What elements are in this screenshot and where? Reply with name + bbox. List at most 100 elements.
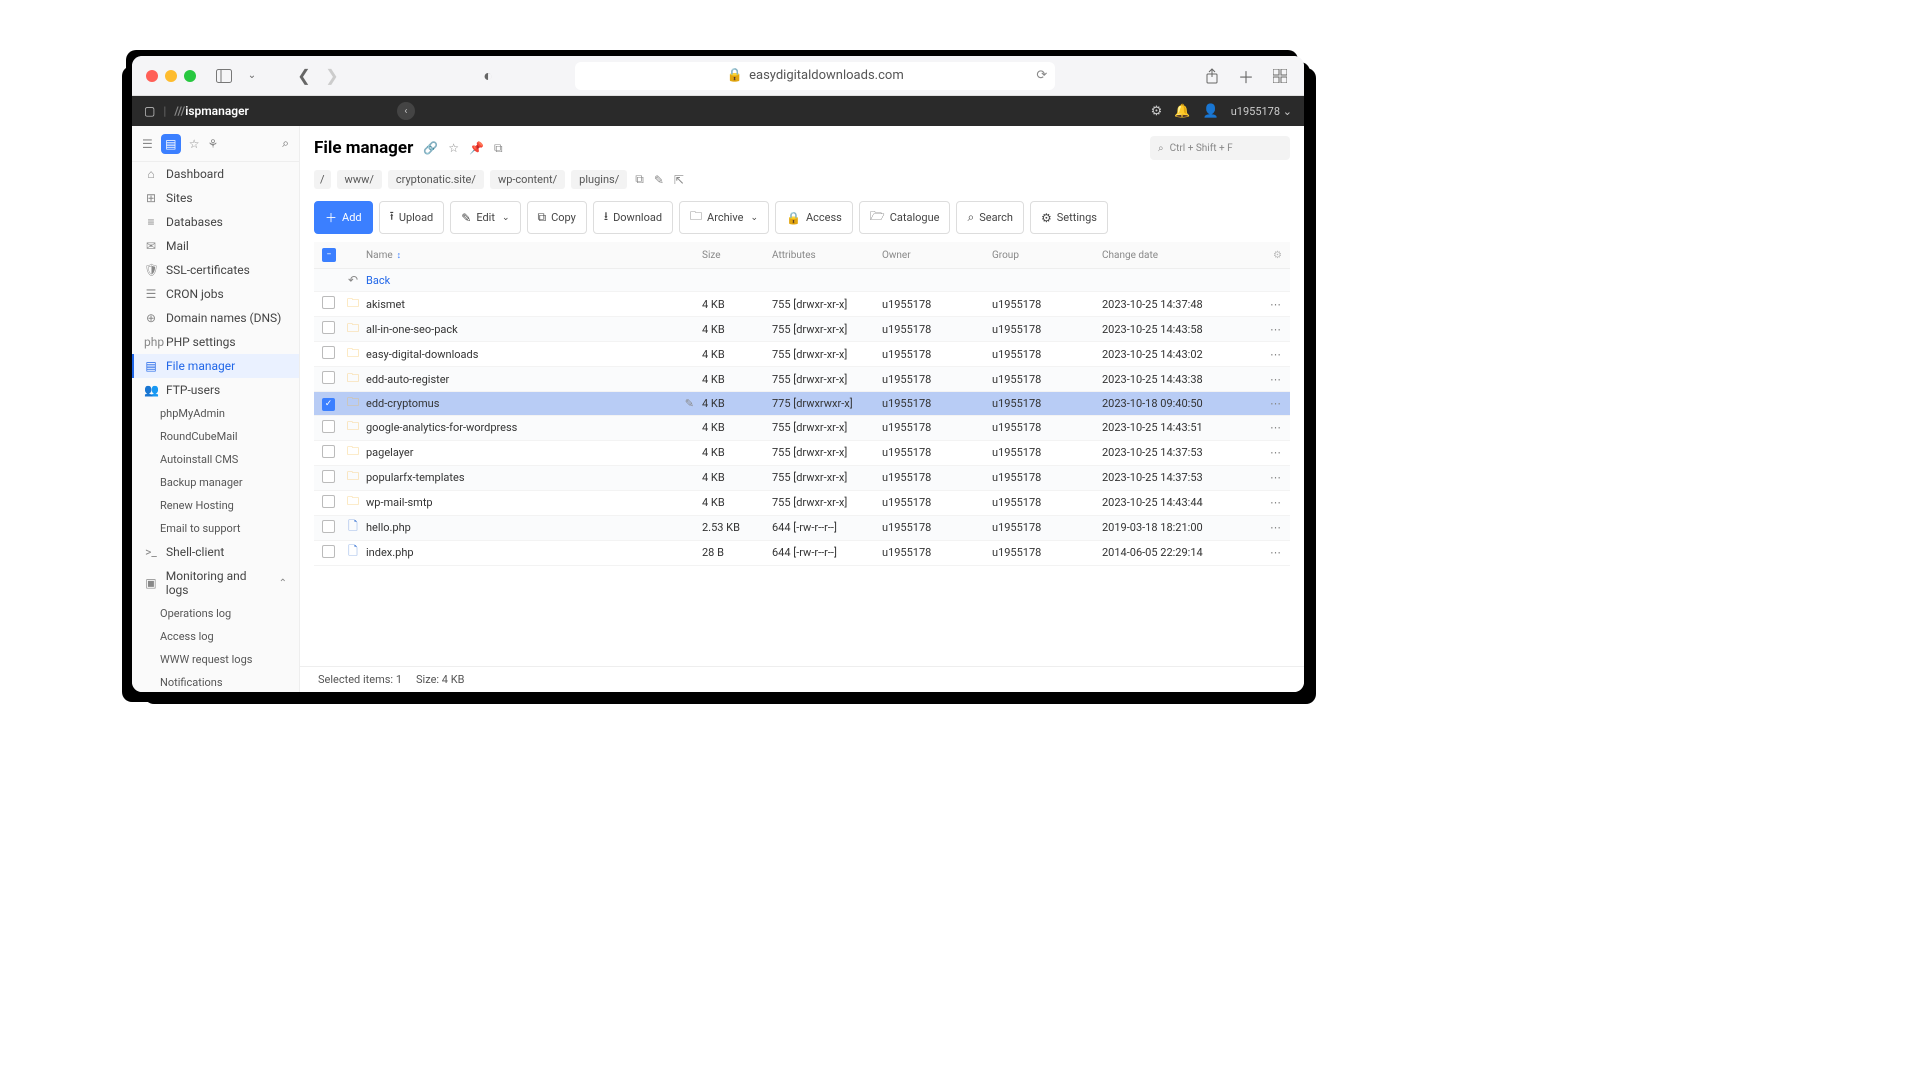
table-row[interactable]: 🗀easy-digital-downloads4 KB755 [drwxr-xr…	[314, 342, 1290, 367]
col-owner-header[interactable]: Owner	[882, 250, 992, 261]
col-settings-icon[interactable]: ⚙	[1252, 250, 1282, 261]
row-checkbox[interactable]	[322, 346, 335, 359]
copy-icon[interactable]: ⧉	[494, 141, 503, 156]
sidebar-subitem[interactable]: Access log	[132, 625, 299, 648]
collapse-sidebar-icon[interactable]: ‹	[397, 102, 415, 120]
row-checkbox[interactable]: ✓	[322, 398, 335, 411]
copy-path-icon[interactable]: ⧉	[633, 170, 646, 189]
row-actions-icon[interactable]: ⋯	[1270, 323, 1282, 336]
branch-icon[interactable]: ⚘	[208, 137, 219, 151]
sidebar-item-domain-names-dns-[interactable]: ⊕Domain names (DNS)	[132, 306, 299, 330]
col-date-header[interactable]: Change date	[1102, 250, 1252, 261]
nav-back-icon[interactable]: ❮	[294, 66, 314, 86]
sidebar-subitem[interactable]: phpMyAdmin	[132, 402, 299, 425]
sidebar-subitem[interactable]: Backup manager	[132, 471, 299, 494]
row-checkbox[interactable]	[322, 495, 335, 508]
chevron-down-icon[interactable]: ⌄	[242, 66, 262, 86]
table-row[interactable]: 🗋hello.php2.53 KB644 [-rw-r--r--]u195517…	[314, 516, 1290, 541]
tabs-grid-icon[interactable]	[1270, 66, 1290, 86]
page-search[interactable]: ⌕ Ctrl + Shift + F	[1150, 136, 1290, 160]
pin-icon[interactable]: 📌	[469, 141, 484, 155]
list-view-icon[interactable]: ▤	[161, 134, 181, 154]
new-tab-icon[interactable]: ＋	[1236, 66, 1256, 86]
breadcrumb-segment[interactable]: plugins/	[571, 170, 627, 189]
archive-button[interactable]: 🗀Archive⌄	[679, 201, 769, 234]
sidebar-item-dashboard[interactable]: ⌂Dashboard	[132, 162, 299, 186]
row-actions-icon[interactable]: ⋯	[1270, 421, 1282, 434]
table-row[interactable]: 🗀pagelayer4 KB755 [drwxr-xr-x]u1955178u1…	[314, 441, 1290, 466]
row-checkbox[interactable]	[322, 371, 335, 384]
col-size-header[interactable]: Size	[702, 250, 772, 261]
close-window-icon[interactable]	[146, 70, 158, 82]
access-button[interactable]: 🔒Access	[775, 201, 853, 234]
breadcrumb-root[interactable]: /	[314, 170, 331, 189]
row-checkbox[interactable]	[322, 445, 335, 458]
col-name-header[interactable]: Name	[366, 250, 393, 261]
sidebar-subitem[interactable]: Email to support	[132, 517, 299, 540]
breadcrumb-segment[interactable]: www/	[337, 170, 382, 189]
open-path-icon[interactable]: ⇱	[672, 171, 686, 189]
sidebar-subitem[interactable]: Autoinstall CMS	[132, 448, 299, 471]
search-button[interactable]: ⌕Search	[956, 201, 1024, 234]
download-button[interactable]: ⭳Download	[593, 201, 673, 234]
sidebar-item-file-manager[interactable]: ▤File manager	[132, 354, 299, 378]
sidebar-item-monitoring[interactable]: ▣Monitoring and logs⌃	[132, 564, 299, 602]
sidebar-subitem[interactable]: WWW request logs	[132, 648, 299, 671]
sort-icon[interactable]: ↕	[397, 250, 402, 261]
breadcrumb-segment[interactable]: cryptonatic.site/	[388, 170, 484, 189]
sidebar-subitem[interactable]: Notifications	[132, 671, 299, 692]
row-checkbox[interactable]	[322, 321, 335, 334]
sidebar-toggle-icon[interactable]	[214, 66, 234, 86]
maximize-window-icon[interactable]	[184, 70, 196, 82]
sidebar-subitem[interactable]: Renew Hosting	[132, 494, 299, 517]
row-checkbox[interactable]	[322, 296, 335, 309]
sidebar-item-sites[interactable]: ⊞Sites	[132, 186, 299, 210]
link-icon[interactable]: 🔗	[423, 141, 438, 155]
add-button[interactable]: ＋Add	[314, 201, 373, 234]
user-menu[interactable]: u1955178 ⌄	[1231, 105, 1292, 118]
select-all-checkbox[interactable]: −	[322, 248, 336, 262]
sidebar-item-mail[interactable]: ✉Mail	[132, 234, 299, 258]
row-actions-icon[interactable]: ⋯	[1270, 298, 1282, 311]
bell-icon[interactable]: 🔔	[1174, 104, 1190, 119]
table-row[interactable]: 🗀popularfx-templates4 KB755 [drwxr-xr-x]…	[314, 466, 1290, 491]
edit-button[interactable]: ✎Edit⌄	[450, 201, 520, 234]
address-bar[interactable]: 🔒 easydigitaldownloads.com ⟳	[575, 62, 1055, 90]
star-icon[interactable]: ☆	[189, 137, 200, 151]
app-logo[interactable]: ///ispmanager	[174, 104, 249, 118]
nav-forward-icon[interactable]: ❯	[322, 66, 342, 86]
pencil-icon[interactable]: ✎	[685, 397, 702, 410]
row-checkbox[interactable]	[322, 545, 335, 558]
row-checkbox[interactable]	[322, 420, 335, 433]
catalogue-button[interactable]: 🗁Catalogue	[859, 201, 951, 234]
row-actions-icon[interactable]: ⋯	[1270, 471, 1282, 484]
row-actions-icon[interactable]: ⋯	[1270, 521, 1282, 534]
share-icon[interactable]	[1202, 66, 1222, 86]
row-checkbox[interactable]	[322, 470, 335, 483]
sidebar-subitem[interactable]: Operations log	[132, 602, 299, 625]
table-row[interactable]: 🗀wp-mail-smtp4 KB755 [drwxr-xr-x]u195517…	[314, 491, 1290, 516]
reload-icon[interactable]: ⟳	[1036, 68, 1047, 83]
row-checkbox[interactable]	[322, 520, 335, 533]
table-row[interactable]: ✓🗀edd-cryptomus✎4 KB775 [drwxrwxr-x]u195…	[314, 392, 1290, 416]
shield-icon[interactable]: ◐	[478, 66, 498, 86]
table-row[interactable]: 🗀akismet4 KB755 [drwxr-xr-x]u1955178u195…	[314, 292, 1290, 317]
sidebar-item-ftp-users[interactable]: 👥FTP-users	[132, 378, 299, 402]
row-actions-icon[interactable]: ⋯	[1270, 397, 1282, 410]
table-row[interactable]: 🗀edd-auto-register4 KB755 [drwxr-xr-x]u1…	[314, 367, 1290, 392]
row-actions-icon[interactable]: ⋯	[1270, 446, 1282, 459]
sidebar-subitem[interactable]: RoundCubeMail	[132, 425, 299, 448]
table-row[interactable]: 🗋index.php28 B644 [-rw-r--r--]u1955178u1…	[314, 541, 1290, 566]
star-icon[interactable]: ☆	[448, 141, 459, 155]
sidebar-item-php-settings[interactable]: phpPHP settings	[132, 330, 299, 354]
table-row[interactable]: 🗀all-in-one-seo-pack4 KB755 [drwxr-xr-x]…	[314, 317, 1290, 342]
breadcrumb-segment[interactable]: wp-content/	[490, 170, 565, 189]
upload-button[interactable]: ⭱Upload	[379, 201, 445, 234]
copy-button[interactable]: ⧉Copy	[527, 201, 587, 234]
back-row[interactable]: ↶ Back	[314, 269, 1290, 292]
sidebar-item-ssl-certificates[interactable]: 🛡SSL-certificates	[132, 258, 299, 282]
col-group-header[interactable]: Group	[992, 250, 1102, 261]
menu-icon[interactable]: ☰	[142, 137, 153, 151]
row-actions-icon[interactable]: ⋯	[1270, 546, 1282, 559]
row-actions-icon[interactable]: ⋯	[1270, 496, 1282, 509]
